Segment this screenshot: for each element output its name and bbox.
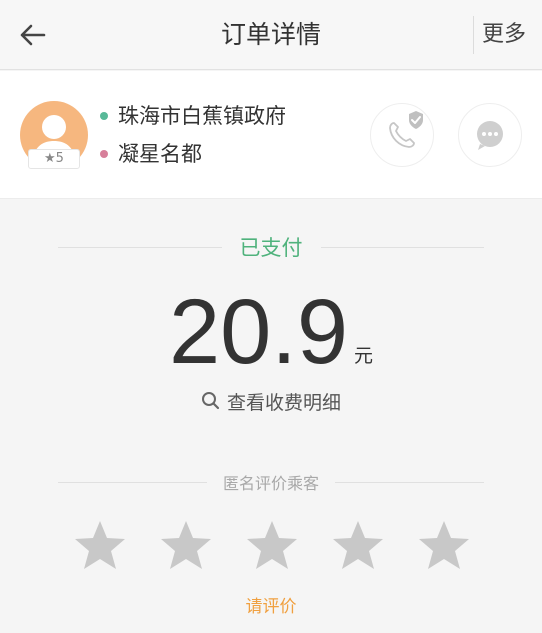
message-button[interactable] <box>458 103 522 167</box>
rating-badge: ★5 <box>28 149 80 169</box>
call-button[interactable] <box>370 103 434 167</box>
star-icon[interactable] <box>416 518 472 574</box>
star-icon[interactable] <box>158 518 214 574</box>
shield-check-icon <box>409 111 423 129</box>
fare-detail-label: 查看收费明细 <box>226 391 341 414</box>
fare-amount: 20.9 元 <box>0 280 542 380</box>
divider-right <box>320 246 484 248</box>
origin-label: 珠海市白蕉镇政府 <box>118 104 286 128</box>
payment-section: 已支付 20.9 元 查看收费明细 匿名评价乘客 请评价 <box>0 200 542 633</box>
rate-divider-right <box>335 481 485 483</box>
evaluate-button[interactable]: 请评价 <box>0 592 542 618</box>
payment-status-row: 已支付 <box>58 232 484 262</box>
rate-prompt: 匿名评价乘客 <box>223 474 320 493</box>
header-divider <box>473 16 474 54</box>
divider-left <box>58 246 222 248</box>
origin-dot <box>100 112 108 120</box>
rate-passenger-row: 匿名评价乘客 <box>58 470 485 494</box>
search-icon <box>201 392 220 410</box>
star-icon[interactable] <box>244 518 300 574</box>
payment-status: 已支付 <box>239 236 303 260</box>
destination-label: 凝星名都 <box>118 142 202 166</box>
origin-row: 珠海市白蕉镇政府 <box>100 101 286 131</box>
star-icon[interactable] <box>330 518 386 574</box>
chat-bubble-icon <box>477 121 503 150</box>
more-button[interactable]: 更多 <box>482 0 526 70</box>
fare-detail-link[interactable]: 查看收费明细 <box>0 386 542 416</box>
rate-divider-left <box>58 481 207 483</box>
destination-row: 凝星名都 <box>100 139 202 169</box>
page-title: 订单详情 <box>220 20 321 49</box>
star-rating <box>72 518 472 574</box>
destination-dot <box>100 150 108 158</box>
star-icon[interactable] <box>72 518 128 574</box>
fare-value: 20.9 <box>168 281 349 383</box>
trip-info-card: ★5 珠海市白蕉镇政府 凝星名都 <box>0 71 542 199</box>
fare-unit: 元 <box>354 345 374 367</box>
navigation-bar: 订单详情 更多 <box>0 0 542 70</box>
